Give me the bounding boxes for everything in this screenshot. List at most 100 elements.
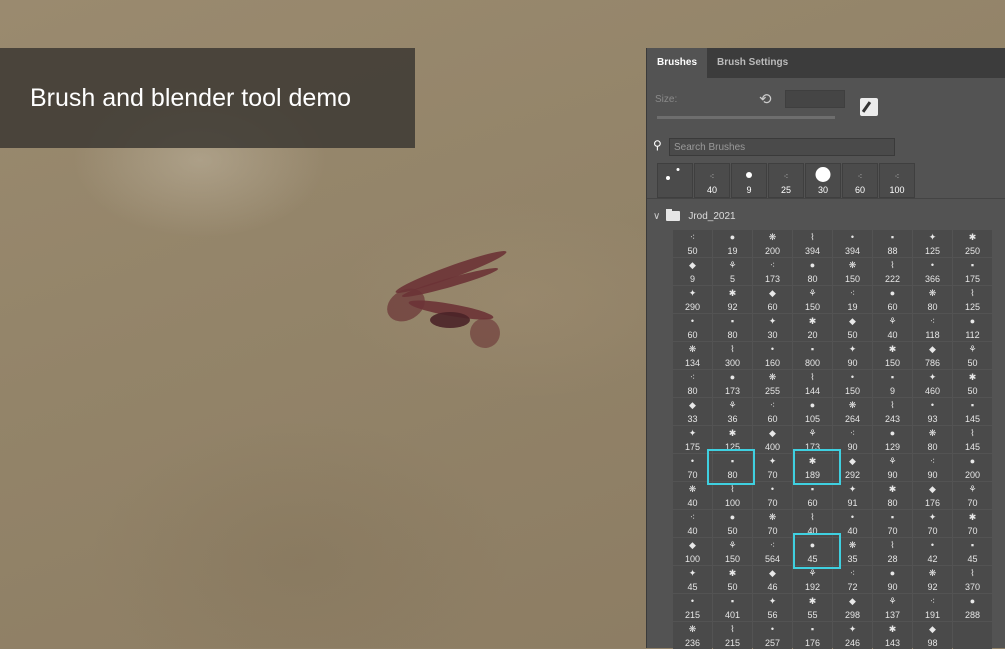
brush-preset[interactable]: ● 80	[793, 258, 832, 285]
brush-preset[interactable]: • 160	[753, 342, 792, 369]
brush-preset[interactable]: ✱ 80	[873, 482, 912, 509]
recent-brush[interactable]: 9	[731, 163, 767, 198]
brush-preset[interactable]: ⁖ 50	[673, 230, 712, 257]
brush-preset[interactable]: ❋ 40	[673, 482, 712, 509]
search-input[interactable]	[669, 138, 895, 156]
brush-preset[interactable]: ◆ 50	[833, 314, 872, 341]
brush-preset[interactable]: ◆ 9	[673, 258, 712, 285]
size-slider[interactable]	[657, 116, 835, 119]
brush-preset[interactable]: ◆ 46	[753, 566, 792, 593]
brush-preset[interactable]: ✦ 90	[833, 342, 872, 369]
brush-preset[interactable]: ⚘ 137	[873, 594, 912, 621]
brush-preset[interactable]: ✱ 50	[953, 370, 992, 397]
brush-preset[interactable]: ⚘ 150	[713, 538, 752, 565]
brush-preset[interactable]: ✱ 55	[793, 594, 832, 621]
brush-preset[interactable]: ▪ 176	[793, 622, 832, 649]
recent-brush[interactable]: ⁖ 25	[768, 163, 804, 198]
brush-preset[interactable]: • 150	[833, 370, 872, 397]
brush-preset[interactable]: ⌇ 144	[793, 370, 832, 397]
brush-preset[interactable]: ● 129	[873, 426, 912, 453]
brush-preset[interactable]: ❋ 80	[913, 426, 952, 453]
size-field[interactable]	[785, 90, 845, 108]
brush-folder[interactable]: ∨ Jrod_2021	[653, 208, 736, 224]
brush-preset[interactable]: ✱ 50	[713, 566, 752, 593]
brush-preset[interactable]: ▪ 70	[873, 510, 912, 537]
reset-icon[interactable]: ⟲	[759, 90, 772, 108]
brush-preset[interactable]: ⚘ 36	[713, 398, 752, 425]
brush-preset[interactable]: ⚘ 150	[793, 286, 832, 313]
brush-preset[interactable]: ❋ 134	[673, 342, 712, 369]
brush-preset[interactable]: ✦ 460	[913, 370, 952, 397]
brush-preset[interactable]: ⌇ 243	[873, 398, 912, 425]
brush-preset[interactable]: ❋ 70	[753, 510, 792, 537]
brush-preset[interactable]: ✦ 56	[753, 594, 792, 621]
brush-preset[interactable]: ❋ 236	[673, 622, 712, 649]
brush-preset[interactable]: ⁖ 72	[833, 566, 872, 593]
brush-preset[interactable]: ◆ 786	[913, 342, 952, 369]
brush-preset[interactable]: ▪ 401	[713, 594, 752, 621]
brush-preset[interactable]: ◆ 100	[673, 538, 712, 565]
brush-preset[interactable]: ◆ 176	[913, 482, 952, 509]
brush-preset[interactable]: ⁖ 564	[753, 538, 792, 565]
brush-preset[interactable]: ● 50	[713, 510, 752, 537]
brush-preset[interactable]: • 70	[753, 482, 792, 509]
brush-preset[interactable]: ⚘ 70	[953, 482, 992, 509]
brush-preset[interactable]: ✱ 70	[953, 510, 992, 537]
brush-preset[interactable]: ✦ 30	[753, 314, 792, 341]
brush-preset[interactable]: ❋ 150	[833, 258, 872, 285]
brush-preset[interactable]: ▪ 45	[953, 538, 992, 565]
brush-preset[interactable]: • 366	[913, 258, 952, 285]
brush-preset[interactable]: ⁖ 90	[913, 454, 952, 481]
brush-preset[interactable]: ◆ 33	[673, 398, 712, 425]
brush-preset[interactable]: ⁖ 118	[913, 314, 952, 341]
brush-preset[interactable]: ✦ 70	[913, 510, 952, 537]
brush-preset[interactable]: • 93	[913, 398, 952, 425]
brush-preset[interactable]: ⚘ 90	[873, 454, 912, 481]
brush-preset[interactable]: ◆ 400	[753, 426, 792, 453]
brush-preset[interactable]: ⌇ 222	[873, 258, 912, 285]
brush-preset[interactable]: ● 200	[953, 454, 992, 481]
brush-preset[interactable]: ✦ 290	[673, 286, 712, 313]
brush-preset[interactable]: ● 173	[713, 370, 752, 397]
brush-preset[interactable]: ⁖ 80	[673, 370, 712, 397]
recent-brush[interactable]: ⁖ 100	[879, 163, 915, 198]
brush-preset[interactable]: ⌇ 300	[713, 342, 752, 369]
brush-preset[interactable]	[953, 622, 992, 649]
recent-brush[interactable]	[657, 163, 693, 198]
brush-preset[interactable]: ⁖ 19	[833, 286, 872, 313]
brush-preset[interactable]: ▪ 88	[873, 230, 912, 257]
brush-preset[interactable]: ❋ 255	[753, 370, 792, 397]
brush-preset[interactable]: ▪ 80	[713, 314, 752, 341]
new-brush-icon[interactable]	[860, 98, 878, 116]
brush-preset[interactable]: • 257	[753, 622, 792, 649]
brush-preset[interactable]: ❋ 200	[753, 230, 792, 257]
brush-preset[interactable]: ✦ 45	[673, 566, 712, 593]
recent-brush[interactable]: ⁖ 40	[694, 163, 730, 198]
brush-preset[interactable]: ⁖ 173	[753, 258, 792, 285]
brush-preset[interactable]: ▪ 175	[953, 258, 992, 285]
brush-preset[interactable]: ✦ 125	[913, 230, 952, 257]
brush-preset[interactable]: ✦ 91	[833, 482, 872, 509]
brush-preset[interactable]: ● 112	[953, 314, 992, 341]
brush-preset[interactable]: • 215	[673, 594, 712, 621]
brush-preset[interactable]: ⌇ 394	[793, 230, 832, 257]
brush-preset[interactable]: • 394	[833, 230, 872, 257]
brush-preset[interactable]: ● 60	[873, 286, 912, 313]
brush-preset[interactable]: ⁖ 40	[673, 510, 712, 537]
brush-preset[interactable]: ⌇ 28	[873, 538, 912, 565]
brush-preset[interactable]: ⌇ 215	[713, 622, 752, 649]
brush-preset[interactable]: ● 19	[713, 230, 752, 257]
brush-preset[interactable]: ● 90	[873, 566, 912, 593]
brush-preset[interactable]: ✱ 92	[713, 286, 752, 313]
brush-preset[interactable]: ◆ 98	[913, 622, 952, 649]
brush-preset[interactable]: ✱ 250	[953, 230, 992, 257]
brush-preset[interactable]: ▪ 145	[953, 398, 992, 425]
brush-preset[interactable]: ⚘ 40	[873, 314, 912, 341]
brush-preset[interactable]: ▪ 60	[793, 482, 832, 509]
brush-preset[interactable]: ⌇ 125	[953, 286, 992, 313]
tab-brushes[interactable]: Brushes	[647, 48, 708, 78]
brush-preset[interactable]: ⁖ 191	[913, 594, 952, 621]
brush-preset[interactable]: ● 105	[793, 398, 832, 425]
brush-preset[interactable]: • 60	[673, 314, 712, 341]
brush-preset[interactable]: ⚘ 50	[953, 342, 992, 369]
